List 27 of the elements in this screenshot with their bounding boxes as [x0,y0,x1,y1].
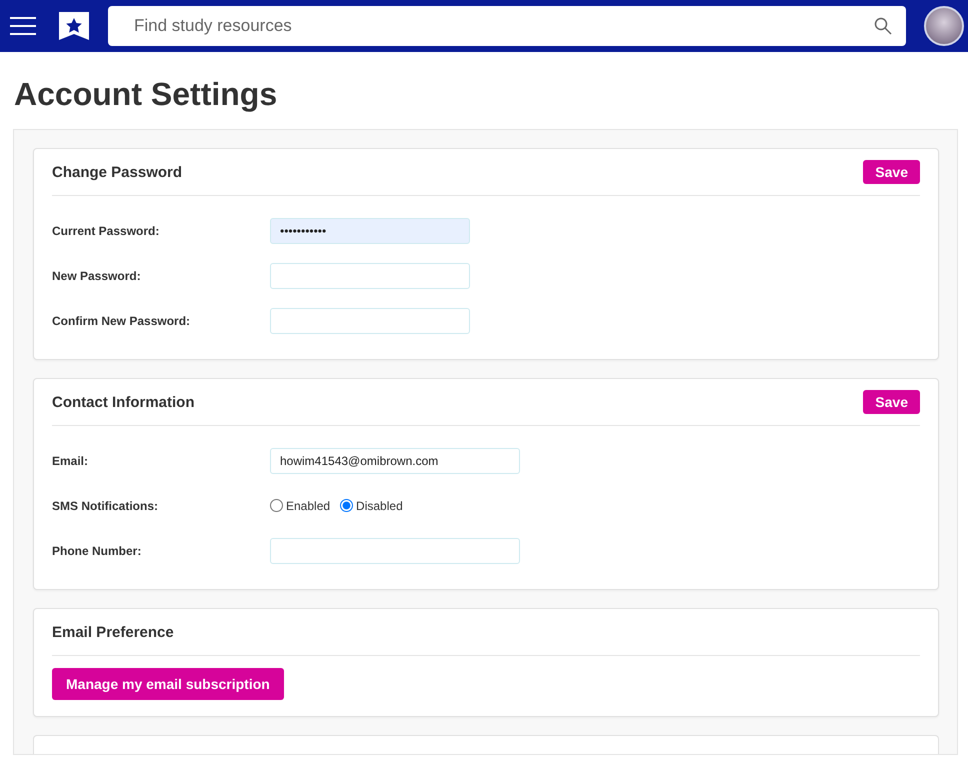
field-label: Confirm New Password: [52,314,192,328]
field-label: Email: [52,454,90,468]
radio-label[interactable]: Enabled [286,498,330,512]
field-label: Phone Number: [52,544,142,558]
menu-icon[interactable] [10,16,36,36]
section-title: Email Preference [52,624,174,640]
section-title: Change Password [52,164,182,180]
input-field[interactable]: ••••••••••• [270,218,470,244]
section-title: Contact Information [52,394,194,410]
save-button[interactable]: Save [863,160,920,184]
field-label: SMS Notifications: [52,498,160,512]
search-bar[interactable]: Find study resources [108,6,906,46]
radio-label[interactable]: Disabled [356,498,403,512]
logo-icon[interactable] [58,10,90,42]
input-field[interactable] [270,308,470,334]
radio-button[interactable] [270,499,283,512]
input-field[interactable]: howim41543@omibrown.com [270,448,520,474]
radio-button[interactable] [340,499,354,512]
page-title: Account Settings [14,76,278,113]
search-icon[interactable] [874,17,892,35]
field-label: Current Password: [52,224,160,238]
field-label: New Password: [52,268,142,282]
save-button[interactable]: Save [863,390,920,414]
avatar[interactable] [924,6,964,46]
input-field[interactable] [270,538,520,564]
manage-subscription-button[interactable]: Manage my email subscription [52,668,284,700]
input-field[interactable] [270,262,470,288]
